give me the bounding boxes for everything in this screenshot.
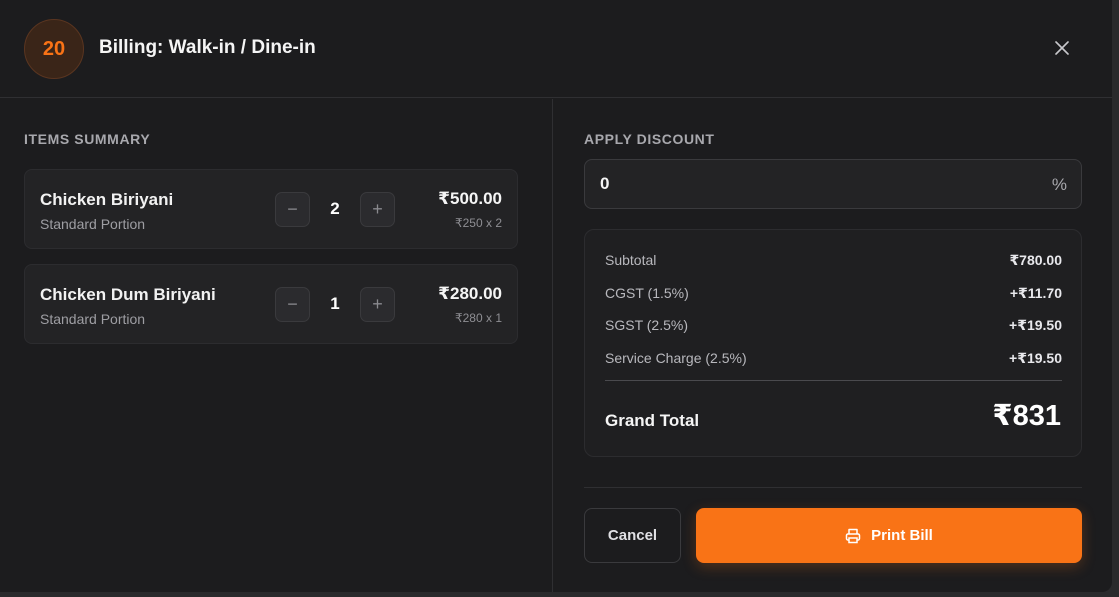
cancel-button[interactable]: Cancel bbox=[584, 508, 681, 563]
print-bill-label: Print Bill bbox=[871, 527, 933, 544]
item-portion: Standard Portion bbox=[40, 216, 146, 232]
print-bill-button[interactable]: Print Bill bbox=[696, 508, 1082, 563]
summary-label: Subtotal bbox=[605, 252, 657, 268]
decrease-quantity-button[interactable]: − bbox=[275, 192, 310, 227]
summary-value: +₹11.70 bbox=[1009, 285, 1062, 301]
increase-quantity-button[interactable]: + bbox=[360, 287, 395, 322]
discount-field: % bbox=[584, 159, 1082, 209]
item-total: ₹500.00 bbox=[438, 189, 502, 208]
decrease-quantity-button[interactable]: − bbox=[275, 287, 310, 322]
subtotal-row: Subtotal ₹780.00 bbox=[605, 252, 1062, 272]
items-summary-panel: ITEMS SUMMARY Chicken Biriyani Standard … bbox=[0, 99, 553, 592]
summary-divider bbox=[605, 380, 1062, 381]
table-number-badge: 20 bbox=[24, 19, 84, 79]
billing-modal: 20 Billing: Walk-in / Dine-in ITEMS SUMM… bbox=[0, 0, 1112, 592]
items-summary-label: ITEMS SUMMARY bbox=[24, 131, 151, 147]
modal-title: Billing: Walk-in / Dine-in bbox=[99, 37, 316, 58]
footer-divider bbox=[584, 487, 1082, 488]
list-item: Chicken Biriyani Standard Portion − 2 + … bbox=[24, 169, 518, 249]
summary-label: Service Charge (2.5%) bbox=[605, 350, 747, 366]
summary-value: ₹780.00 bbox=[1009, 252, 1062, 268]
sgst-row: SGST (2.5%) +₹19.50 bbox=[605, 317, 1062, 337]
quantity-value: 1 bbox=[330, 294, 340, 313]
summary-value: +₹19.50 bbox=[1009, 317, 1062, 333]
cgst-row: CGST (1.5%) +₹11.70 bbox=[605, 285, 1062, 305]
plus-icon: + bbox=[372, 199, 383, 219]
item-portion: Standard Portion bbox=[40, 311, 146, 327]
summary-value: +₹19.50 bbox=[1009, 350, 1062, 366]
printer-icon bbox=[845, 528, 861, 543]
apply-discount-label: APPLY DISCOUNT bbox=[584, 131, 715, 147]
bill-summary: Subtotal ₹780.00 CGST (1.5%) +₹11.70 SGS… bbox=[584, 229, 1082, 457]
service-charge-row: Service Charge (2.5%) +₹19.50 bbox=[605, 350, 1062, 370]
billing-panel: APPLY DISCOUNT % Subtotal ₹780.00 CGST (… bbox=[554, 99, 1112, 592]
summary-label: SGST (2.5%) bbox=[605, 317, 688, 333]
item-total: ₹280.00 bbox=[438, 284, 502, 303]
item-name: Chicken Biriyani bbox=[40, 190, 174, 209]
increase-quantity-button[interactable]: + bbox=[360, 192, 395, 227]
close-button[interactable] bbox=[1050, 36, 1074, 60]
item-name: Chicken Dum Biriyani bbox=[40, 285, 216, 304]
percent-symbol: % bbox=[1051, 175, 1067, 194]
quantity-value: 2 bbox=[330, 199, 340, 218]
item-calculation: ₹250 x 2 bbox=[455, 216, 502, 230]
discount-input[interactable] bbox=[585, 160, 1025, 208]
list-item: Chicken Dum Biriyani Standard Portion − … bbox=[24, 264, 518, 344]
plus-icon: + bbox=[372, 294, 383, 314]
summary-label: CGST (1.5%) bbox=[605, 285, 689, 301]
grand-total-label: Grand Total bbox=[605, 411, 700, 430]
grand-total-value: ₹831 bbox=[992, 400, 1061, 432]
minus-icon: − bbox=[287, 294, 298, 314]
close-icon bbox=[1055, 41, 1069, 55]
modal-header: 20 Billing: Walk-in / Dine-in bbox=[0, 0, 1112, 98]
minus-icon: − bbox=[287, 199, 298, 219]
item-calculation: ₹280 x 1 bbox=[455, 311, 502, 325]
